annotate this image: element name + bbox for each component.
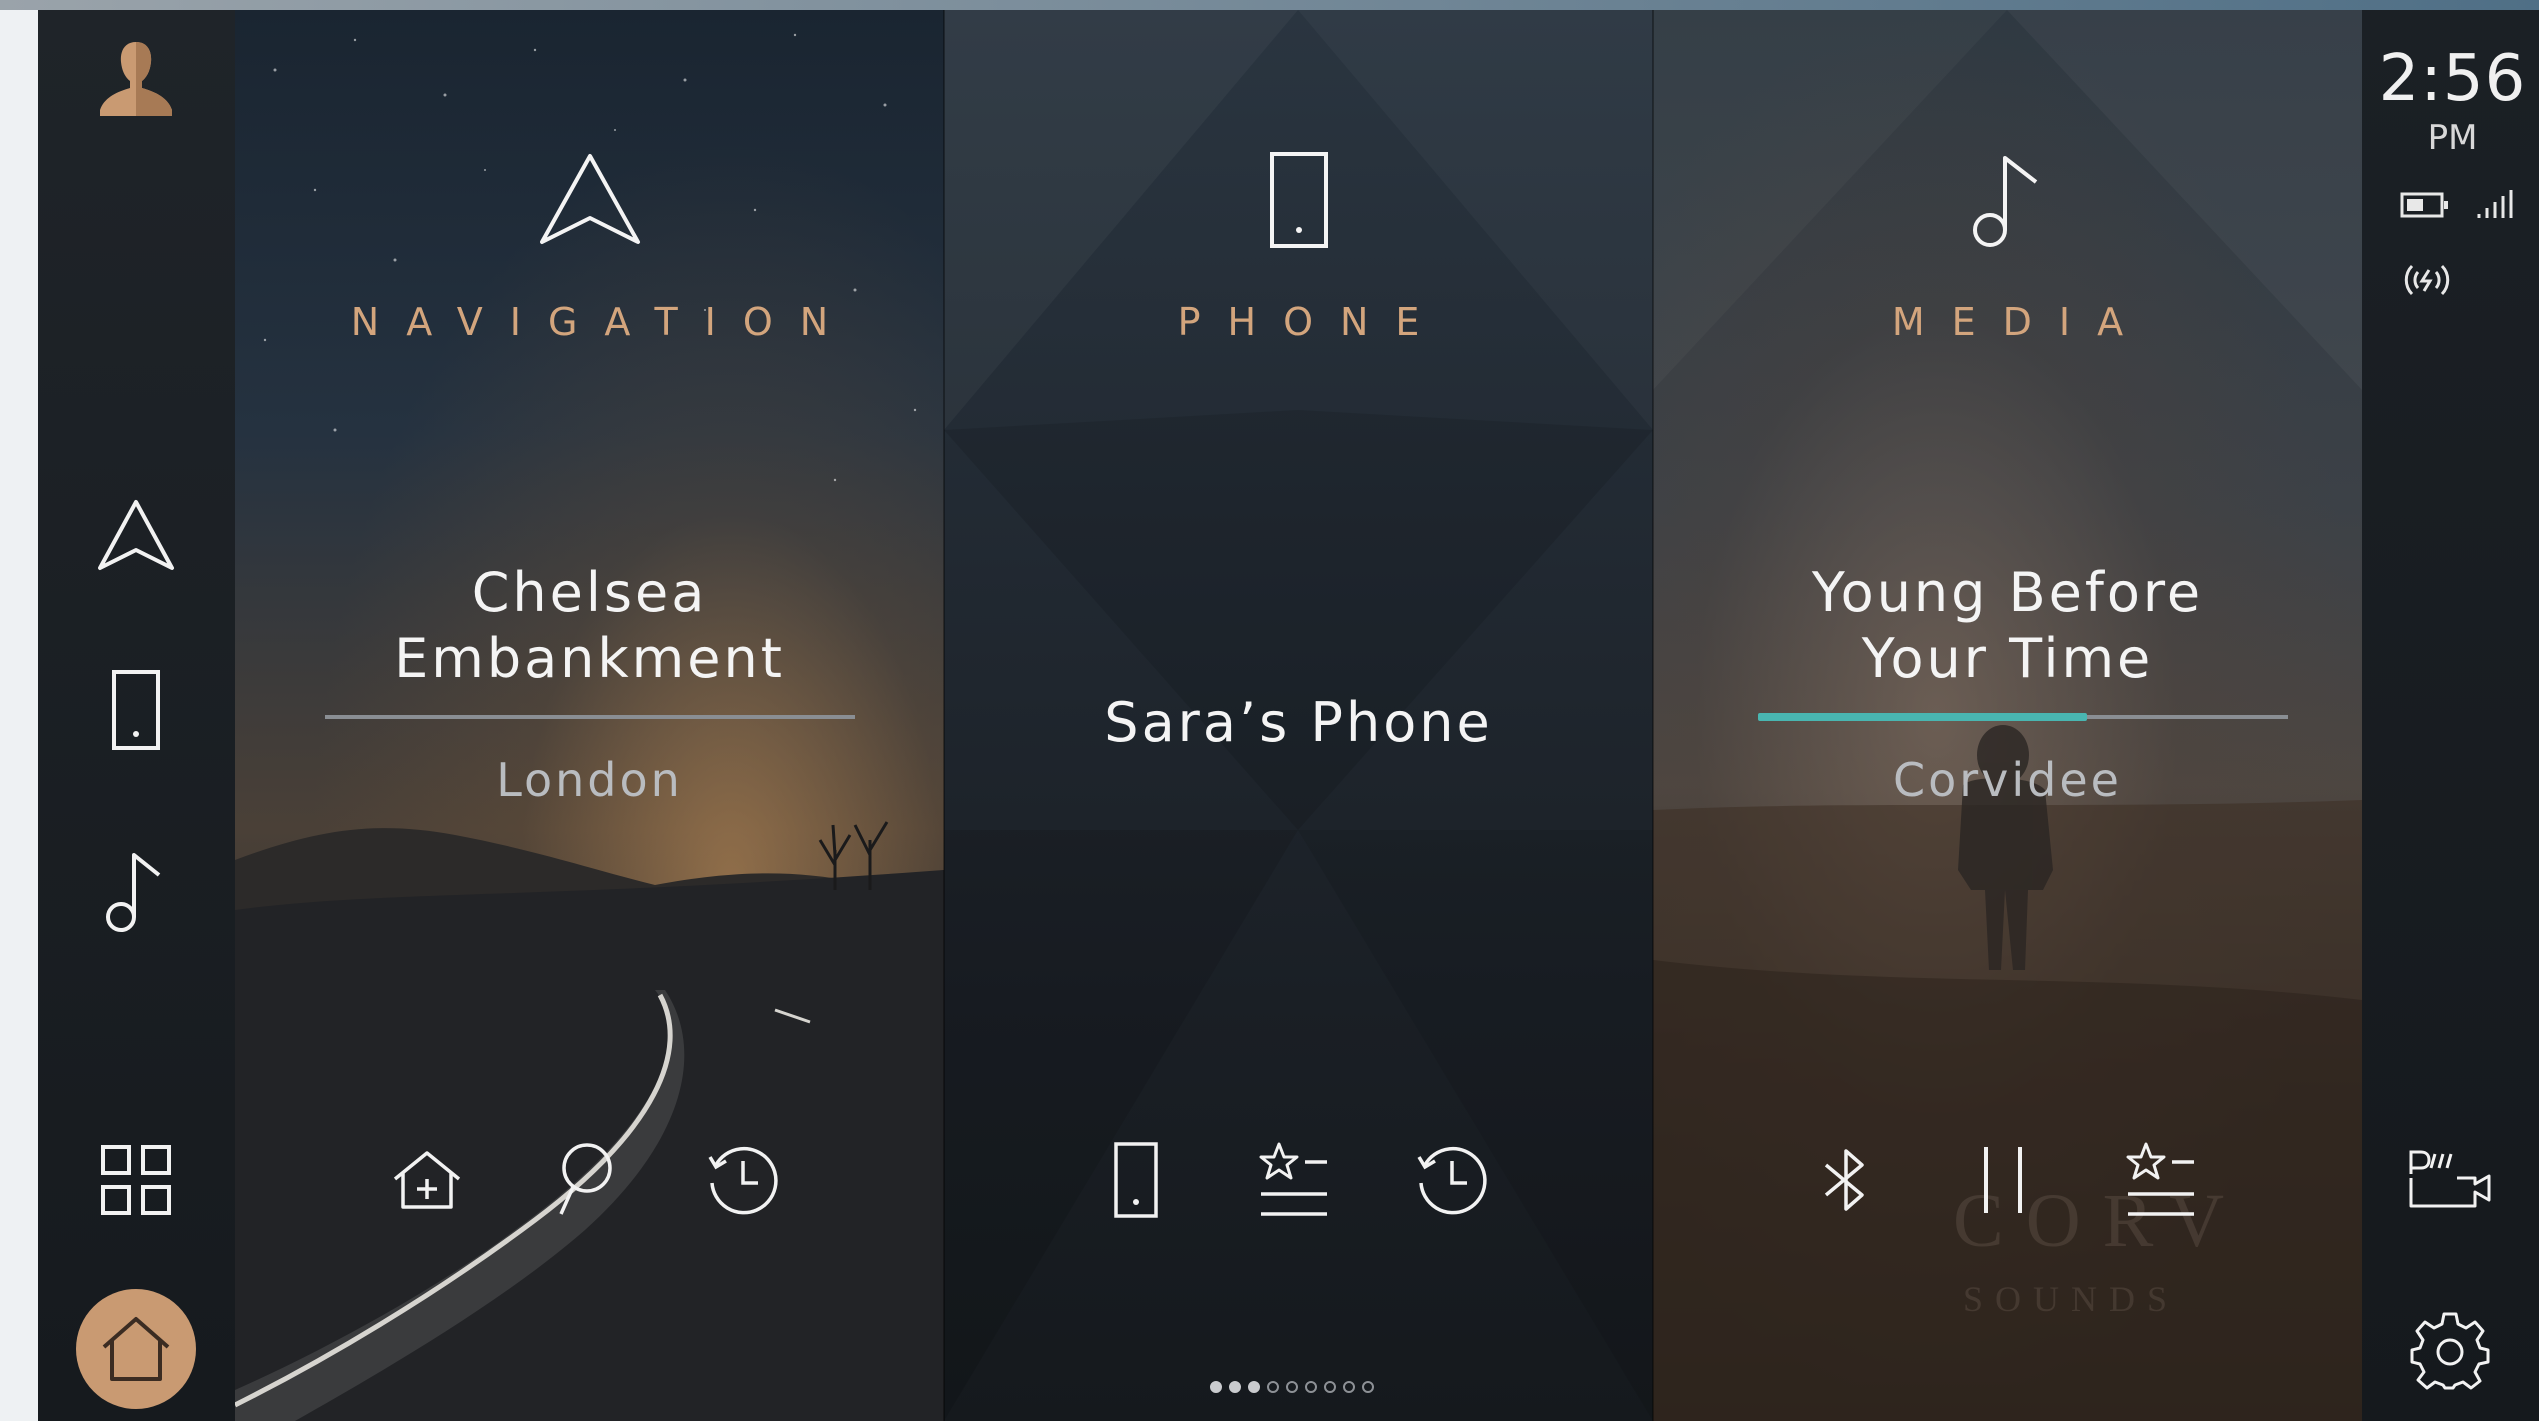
home-icon	[102, 1317, 170, 1381]
phone-panel[interactable]: PHONE Sara’s Phone	[944, 10, 1653, 1421]
bluetooth-source-button[interactable]	[1795, 1130, 1895, 1230]
page-dot[interactable]	[1362, 1381, 1374, 1393]
navigation-panel[interactable]: NAVIGATION Chelsea Embankment London	[235, 10, 944, 1421]
track-progress-fill[interactable]	[1758, 713, 2087, 721]
navigation-title: NAVIGATION	[350, 300, 856, 344]
media-title: MEDIA	[1891, 300, 2151, 344]
navigation-divider	[325, 715, 855, 719]
media-favourites-button[interactable]	[2111, 1130, 2211, 1230]
phone-keypad-button[interactable]	[1086, 1130, 1186, 1230]
track-title: Young Before Your Time	[1811, 561, 2204, 690]
phone-icon	[112, 670, 160, 750]
home-add-icon	[393, 1151, 461, 1209]
page-dot[interactable]	[1210, 1381, 1222, 1393]
search-button[interactable]	[535, 1130, 635, 1230]
window-top-bar	[0, 0, 2539, 10]
phone-shortcut-button[interactable]	[86, 660, 186, 760]
app-grid-icon	[101, 1145, 171, 1215]
user-avatar-icon[interactable]	[86, 32, 186, 132]
media-actions	[1653, 1130, 2362, 1230]
album-watermark-subtitle: SOUNDS	[1963, 1279, 2180, 1319]
recent-destinations-button[interactable]	[693, 1130, 793, 1230]
music-note-icon	[1972, 156, 2037, 247]
wireless-charging-icon	[2404, 264, 2450, 296]
page-dot[interactable]	[1229, 1381, 1241, 1393]
music-note-icon	[106, 853, 161, 932]
phone-recent-calls-button[interactable]	[1402, 1130, 1502, 1230]
left-rail	[38, 10, 235, 1421]
navigation-icon	[539, 154, 640, 244]
apps-button[interactable]	[86, 1130, 186, 1230]
navigation-heading-icon-wrap	[235, 150, 944, 250]
phone-actions	[944, 1130, 1653, 1230]
parking-camera-button[interactable]	[2400, 1130, 2500, 1230]
media-heading-icon-wrap	[1653, 150, 2362, 254]
favourites-list-icon	[2126, 1142, 2194, 1216]
battery-icon	[2400, 192, 2448, 218]
page-dot[interactable]	[1343, 1381, 1355, 1393]
media-shortcut-button[interactable]	[86, 842, 186, 942]
settings-button[interactable]	[2400, 1300, 2500, 1400]
signal-icon	[2477, 190, 2513, 218]
bluetooth-icon	[1824, 1149, 1864, 1211]
page-dot[interactable]	[1324, 1381, 1336, 1393]
right-rail	[2362, 10, 2539, 1421]
track-artist: Corvidee	[1893, 753, 2122, 807]
pause-icon	[1984, 1147, 2022, 1213]
page-dot[interactable]	[1305, 1381, 1317, 1393]
page-dot[interactable]	[1267, 1381, 1279, 1393]
page-dot[interactable]	[1286, 1381, 1298, 1393]
destination-city: London	[496, 753, 683, 807]
media-panel[interactable]: CORV SOUNDS MEDIA Young Before Your Time…	[1653, 10, 2362, 1421]
navigation-actions	[235, 1130, 944, 1230]
phone-heading-icon-wrap	[944, 150, 1653, 250]
connected-phone-name: Sara’s Phone	[1104, 691, 1493, 754]
settings-gear-icon	[2410, 1312, 2490, 1390]
panel-divider	[943, 10, 945, 1421]
phone-icon	[1269, 152, 1328, 248]
search-icon	[559, 1143, 612, 1215]
home-button[interactable]	[76, 1289, 196, 1409]
phone-title: PHONE	[1177, 300, 1447, 344]
nav-shortcut-button[interactable]	[86, 486, 186, 586]
clock-ampm: PM	[2427, 118, 2478, 158]
favourites-list-icon	[1259, 1142, 1327, 1216]
panel-divider	[1652, 10, 1654, 1421]
recent-history-icon	[708, 1146, 778, 1215]
navigation-icon	[98, 500, 174, 570]
phone-favourites-button[interactable]	[1244, 1130, 1344, 1230]
page-dot[interactable]	[1248, 1381, 1260, 1393]
infotainment-screen: NAVIGATION Chelsea Embankment London PHO…	[38, 10, 2539, 1421]
home-add-button[interactable]	[377, 1130, 477, 1230]
destination-name: Chelsea Embankment	[394, 561, 785, 690]
phone-icon	[1114, 1142, 1158, 1218]
recent-history-icon	[1417, 1146, 1487, 1215]
page-indicator[interactable]	[1210, 1381, 1374, 1393]
clock-time: 2:56	[2378, 42, 2527, 116]
pause-button[interactable]	[1953, 1130, 2053, 1230]
parking-camera-icon	[2409, 1150, 2491, 1208]
